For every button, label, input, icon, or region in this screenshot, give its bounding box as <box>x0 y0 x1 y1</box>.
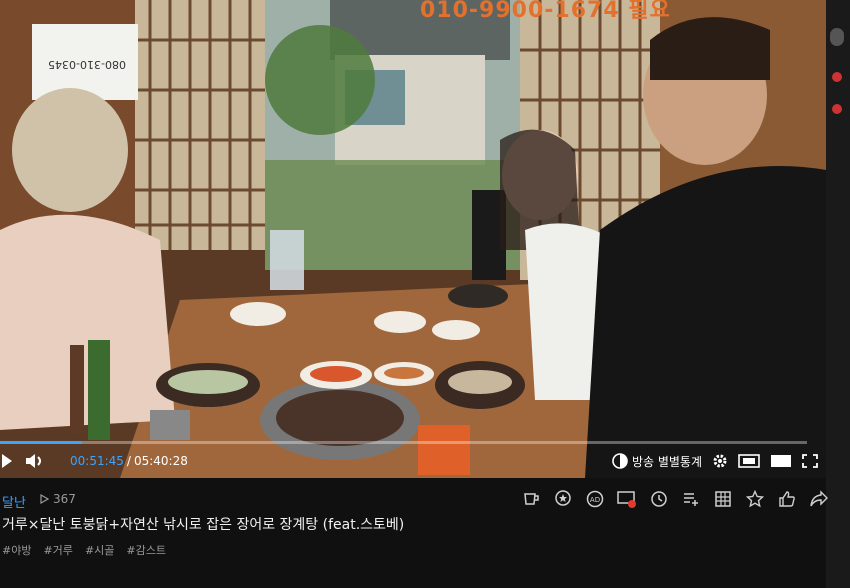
share-button[interactable] <box>808 488 830 510</box>
volume-button[interactable] <box>26 454 44 468</box>
rail-scroll-handle[interactable] <box>830 28 844 46</box>
ad-button[interactable]: AD <box>584 488 606 510</box>
wall-sign: 080-310-0345 <box>36 28 138 100</box>
ad-icon: AD <box>586 490 604 508</box>
play-button[interactable] <box>2 454 12 468</box>
favorite-icon <box>746 490 764 508</box>
progress-bar[interactable] <box>0 441 807 444</box>
video-player[interactable]: 080-310-0345 010-9900-1674 필요 00:51:45 /… <box>0 0 826 478</box>
view-count: 367 <box>40 492 76 506</box>
history-button[interactable] <box>648 488 670 510</box>
share-icon <box>810 490 828 507</box>
tag-item[interactable]: #감스트 <box>126 542 166 558</box>
stats-button[interactable]: 방송 별별통계 <box>612 453 702 470</box>
stats-icon <box>612 453 628 469</box>
theater-button[interactable] <box>738 454 760 468</box>
chat-button[interactable] <box>616 488 638 510</box>
play-icon <box>2 454 12 468</box>
tag-list: #야방 #거루 #시골 #감스트 <box>2 542 166 558</box>
grid-button[interactable] <box>712 488 734 510</box>
star-badge-button[interactable] <box>552 488 574 510</box>
fullscreen-icon <box>802 454 818 468</box>
svg-text:AD: AD <box>590 496 600 504</box>
streamer-name[interactable]: 달난 <box>2 492 26 511</box>
favorite-button[interactable] <box>744 488 766 510</box>
history-icon <box>651 491 667 507</box>
gear-icon <box>713 454 727 468</box>
stats-label: 방송 별별통계 <box>631 454 702 469</box>
notification-dot <box>832 72 842 82</box>
cup-icon <box>524 493 539 505</box>
like-icon <box>779 491 795 507</box>
video-info: 달난 367 AD 거루×달난 토붕닭+자연산 낚시로 잡은 장어로 장계탕 (… <box>0 478 828 588</box>
player-controls-right: 방송 별별통계 <box>612 446 818 476</box>
fullscreen-button[interactable] <box>802 454 818 468</box>
tag-item[interactable]: #야방 <box>2 542 31 558</box>
progress-fill <box>0 441 82 444</box>
time-separator: / <box>126 454 131 468</box>
action-bar: AD <box>520 488 830 510</box>
tag-item[interactable]: #거루 <box>43 542 72 558</box>
grid-icon <box>715 491 731 507</box>
settings-button[interactable] <box>712 453 728 469</box>
notification-dot <box>832 104 842 114</box>
star-badge-icon <box>555 490 571 506</box>
view-count-value: 367 <box>53 492 76 506</box>
cup-button[interactable] <box>520 488 542 510</box>
wide-screen-icon <box>771 455 791 467</box>
wall-sign-phone: 080-310-0345 <box>48 58 126 71</box>
theater-icon <box>738 454 760 468</box>
chat-icon <box>617 491 636 508</box>
time-current: 00:51:45 <box>70 454 124 468</box>
like-button[interactable] <box>776 488 798 510</box>
wide-button[interactable] <box>770 454 792 468</box>
playlist-add-button[interactable] <box>680 488 702 510</box>
tag-item[interactable]: #시골 <box>85 542 114 558</box>
video-title: 거루×달난 토붕닭+자연산 낚시로 잡은 장어로 장계탕 (feat.스토베) <box>2 517 405 533</box>
video-overlay-text: 010-9900-1674 필요 <box>420 0 671 23</box>
playlist-add-icon <box>684 493 698 506</box>
time-total: 05:40:28 <box>133 454 188 468</box>
volume-icon <box>26 454 41 468</box>
player-controls: 00:51:45 / 05:40:28 방송 별별통계 <box>0 446 826 476</box>
play-count-icon <box>40 494 49 504</box>
